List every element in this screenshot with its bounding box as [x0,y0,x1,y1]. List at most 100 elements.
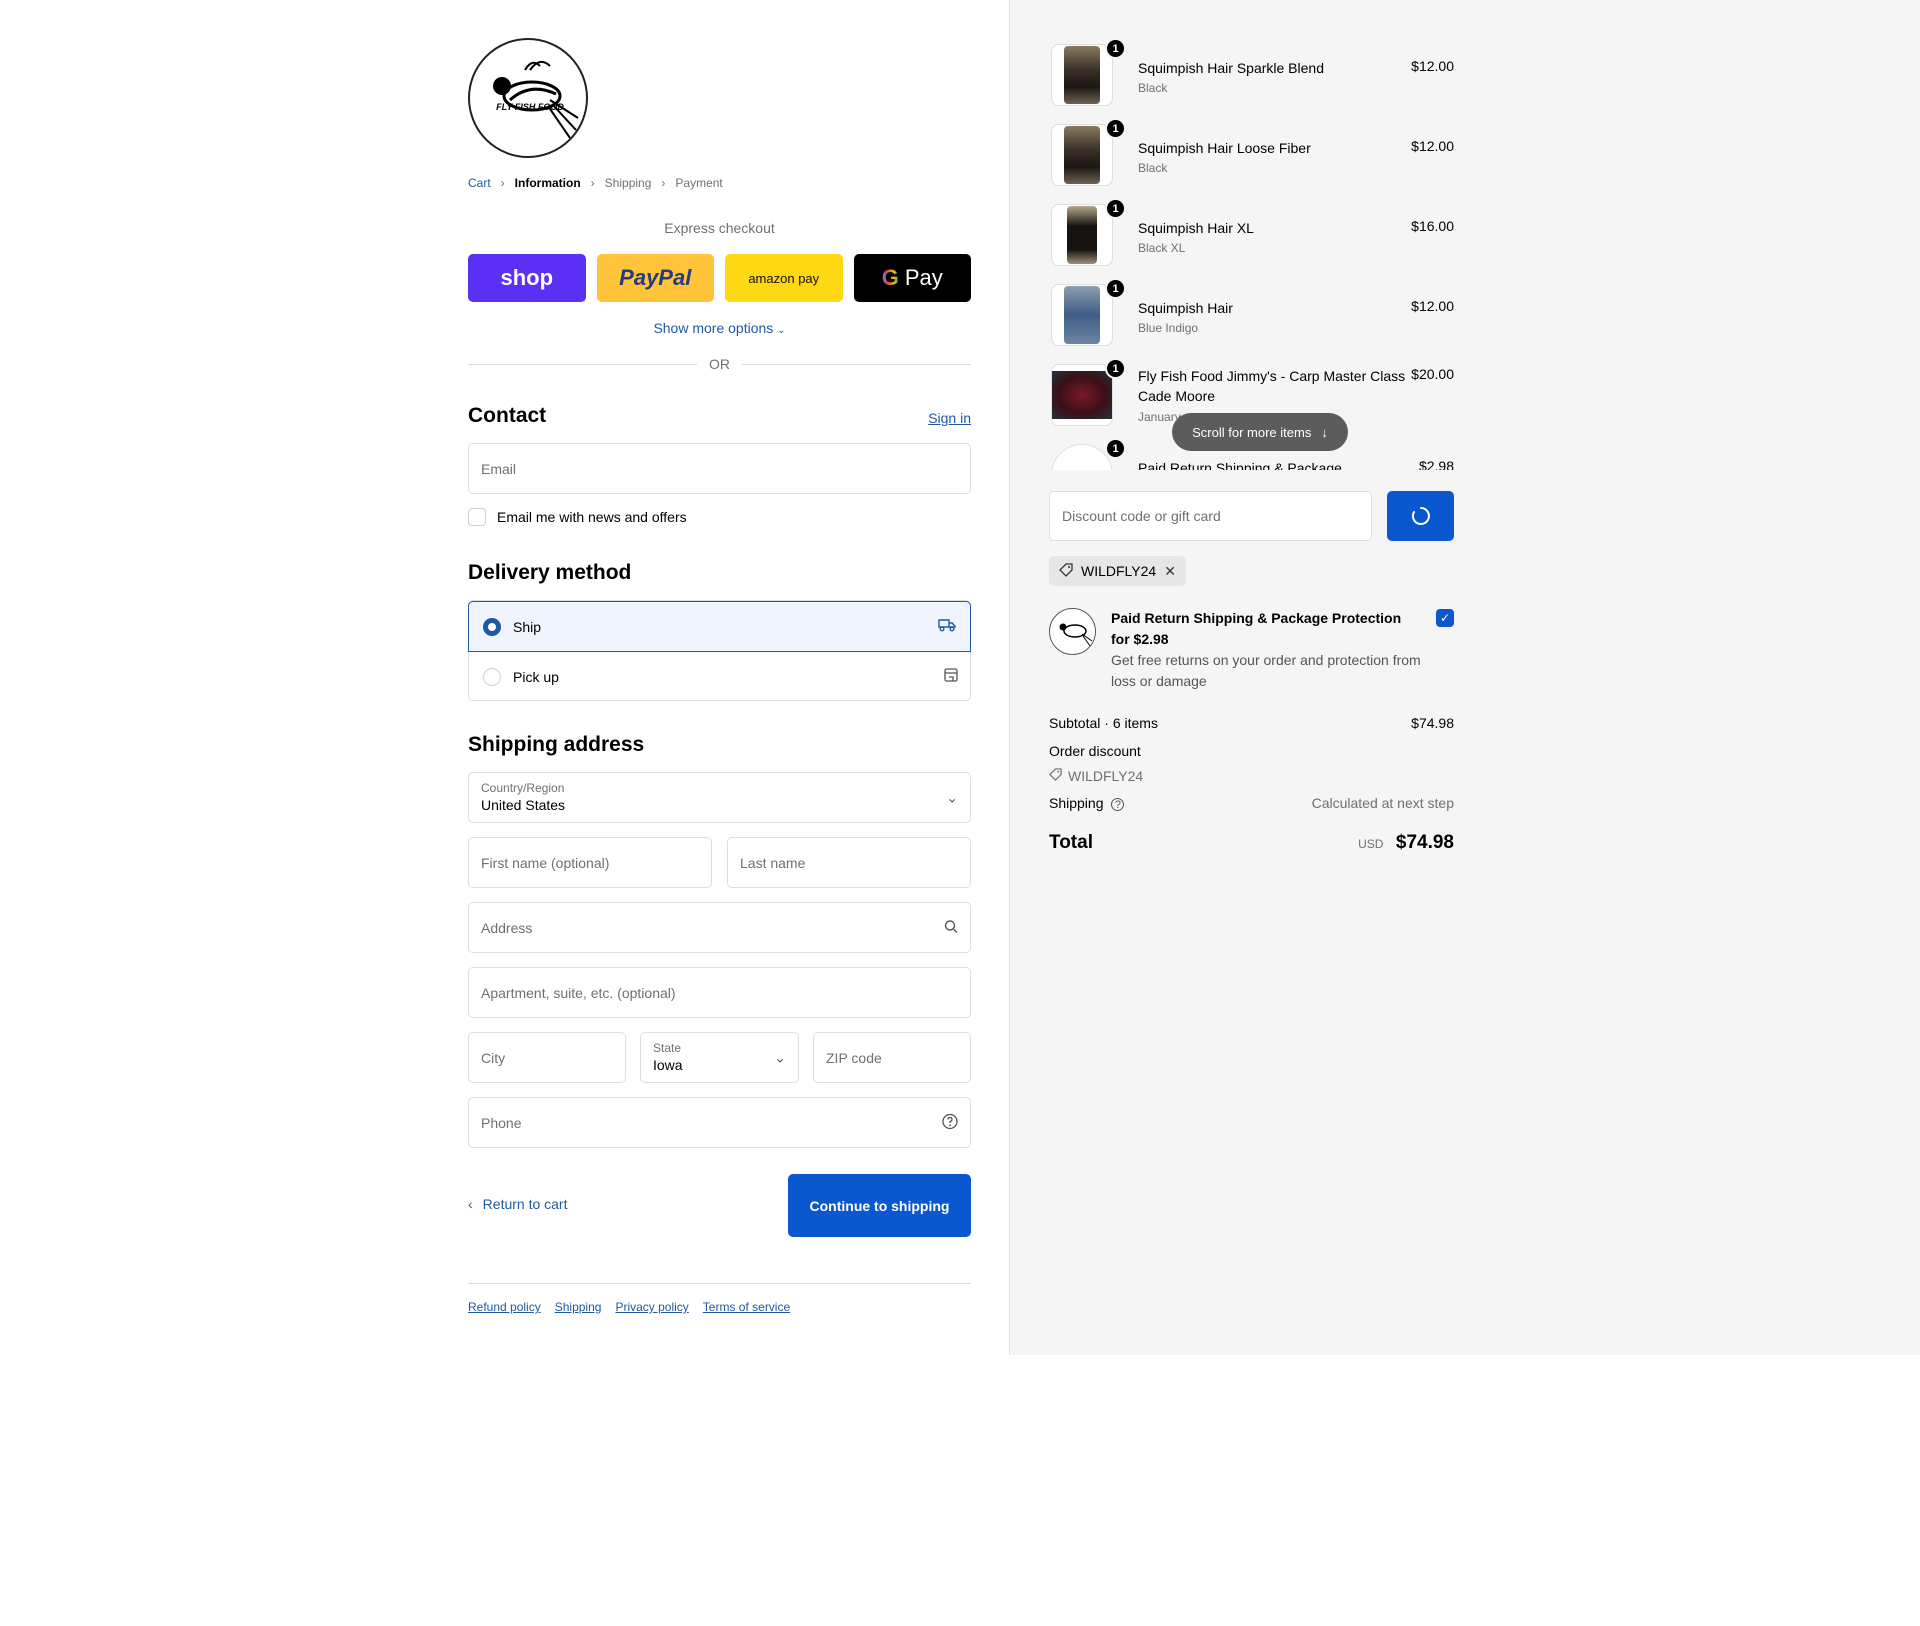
total-value: $74.98 [1395,832,1454,853]
newsletter-row: Email me with news and offers [468,508,687,526]
apply-discount-button[interactable] [1387,491,1454,541]
zip-placeholder: ZIP code [826,1049,882,1066]
total-row: Total USD $74.98 [1049,832,1454,854]
product-thumbnail [1051,364,1113,426]
item-name: Squimpish Hair XL [1138,220,1254,236]
refund-policy-link[interactable]: Refund policy [468,1300,541,1314]
loading-spinner-icon [1411,507,1430,525]
return-to-cart-link[interactable]: ‹ Return to cart [468,1196,568,1212]
tag-icon [1059,562,1073,580]
show-more-options[interactable]: Show more options ⌄ [468,320,971,336]
ship-radio[interactable] [483,617,501,636]
order-discount-row: Order discount [1049,743,1454,759]
item-price: $12.00 [1411,298,1454,314]
chevron-down-icon: ⌄ [777,325,786,336]
paypal-button[interactable]: PayPal [596,254,714,302]
country-value: United States [481,797,566,813]
item-variant: Black [1138,81,1168,95]
breadcrumb: Cart › Information › Shipping › Payment [468,176,723,190]
amazon-pay-button[interactable]: amazon pay [725,254,843,302]
apartment-placeholder: Apartment, suite, etc. (optional) [481,984,676,1001]
newsletter-checkbox[interactable] [468,508,486,526]
remove-discount-icon[interactable]: ✕ [1164,563,1176,580]
first-name-field[interactable]: First name (optional) [468,837,712,888]
country-label: Country/Region [481,781,565,795]
item-price: $20.00 [1411,366,1454,382]
protection-description: Get free returns on your order and prote… [1111,652,1421,689]
show-more-label: Show more options [653,320,774,336]
state-select[interactable]: State Iowa ⌄ [640,1032,799,1083]
last-name-placeholder: Last name [740,854,806,871]
help-icon[interactable] [942,1113,958,1132]
shipping-address-title: Shipping address [468,733,645,756]
item-price: $12.00 [1411,138,1454,154]
product-thumbnail [1051,124,1113,186]
chevron-right-icon: › [590,176,595,190]
breadcrumb-information: Information [514,176,581,190]
privacy-policy-link[interactable]: Privacy policy [615,1300,688,1314]
list-item: 1 Squimpish Hair Sparkle Blend Black $12… [1049,38,1454,106]
search-icon [944,919,958,936]
breadcrumb-cart[interactable]: Cart [468,176,491,190]
tag-icon [1049,768,1062,784]
item-name: Squimpish Hair [1138,300,1233,316]
scroll-hint-label: Scroll for more items [1192,424,1312,440]
subtotal-label: Subtotal · 6 items [1049,715,1158,731]
continue-to-shipping-button[interactable]: Continue to shipping [788,1174,971,1237]
discount-placeholder: Discount code or gift card [1062,508,1221,524]
item-variant: Black XL [1138,241,1186,255]
country-select[interactable]: Country/Region United States ⌄ [468,772,971,823]
item-price: $12.00 [1411,58,1454,74]
ship-label: Ship [513,618,542,635]
google-pay-button[interactable]: G Pay [853,254,971,302]
item-price: $2.98 [1418,458,1454,470]
zip-field[interactable]: ZIP code [813,1032,971,1083]
chevron-down-icon: ⌄ [946,789,958,805]
order-items-list[interactable]: 1 Squimpish Hair Sparkle Blend Black $12… [1049,38,1454,470]
divider-line [742,363,971,365]
item-name: Squimpish Hair Sparkle Blend [1138,60,1324,76]
address-field[interactable]: Address [468,902,971,953]
product-thumbnail [1051,284,1113,346]
delivery-option-pickup[interactable]: Pick up [469,652,972,702]
pickup-radio[interactable] [483,668,501,686]
terms-of-service-link[interactable]: Terms of service [703,1300,790,1314]
footer-links: Refund policy Shipping Privacy policy Te… [468,1300,790,1314]
delivery-method-title: Delivery method [468,561,632,584]
item-variant: Black [1138,161,1168,175]
item-variant: Blue Indigo [1138,321,1199,335]
discount-code-input[interactable]: Discount code or gift card [1049,491,1372,541]
item-name: Paid Return Shipping & Package Protectio… [1138,460,1342,470]
chevron-down-icon: ⌄ [774,1049,786,1065]
shipping-policy-link[interactable]: Shipping [555,1300,602,1314]
phone-field[interactable]: Phone [468,1097,971,1148]
paypal-label: PayPal [619,265,692,290]
help-icon[interactable]: ? [1111,798,1125,811]
last-name-field[interactable]: Last name [727,837,971,888]
checkmark-icon: ✓ [1439,611,1451,625]
quantity-badge: 1 [1105,358,1126,379]
total-label: Total [1049,832,1093,853]
sign-in-link[interactable]: Sign in [928,410,971,426]
city-field[interactable]: City [468,1032,626,1083]
contact-title: Contact [468,404,547,427]
store-logo[interactable]: FLY FISH FOOD [468,38,588,158]
protection-checkbox[interactable]: ✓ [1436,609,1454,627]
list-item: 1 Squimpish Hair Blue Indigo $12.00 [1049,278,1454,346]
scroll-for-more-button[interactable]: Scroll for more items ↓ [1172,413,1348,451]
quantity-badge: 1 [1105,198,1126,219]
shipping-label-group: Shipping ? [1049,795,1125,811]
truck-icon [938,618,956,636]
shop-pay-button[interactable]: shop [468,254,586,302]
order-discount-code-row: WILDFLY24 [1049,768,1454,784]
delivery-option-ship[interactable]: Ship [468,601,971,652]
store-icon [944,668,958,686]
delivery-options: Ship Pick up [468,600,971,701]
apartment-field[interactable]: Apartment, suite, etc. (optional) [468,967,971,1018]
email-field[interactable]: Email [468,443,971,494]
subtotal-value: $74.98 [1411,715,1454,731]
or-label: OR [709,356,730,372]
quantity-badge: 1 [1105,438,1126,459]
total-amount-group: USD $74.98 [1358,832,1454,854]
product-thumbnail [1051,44,1113,106]
